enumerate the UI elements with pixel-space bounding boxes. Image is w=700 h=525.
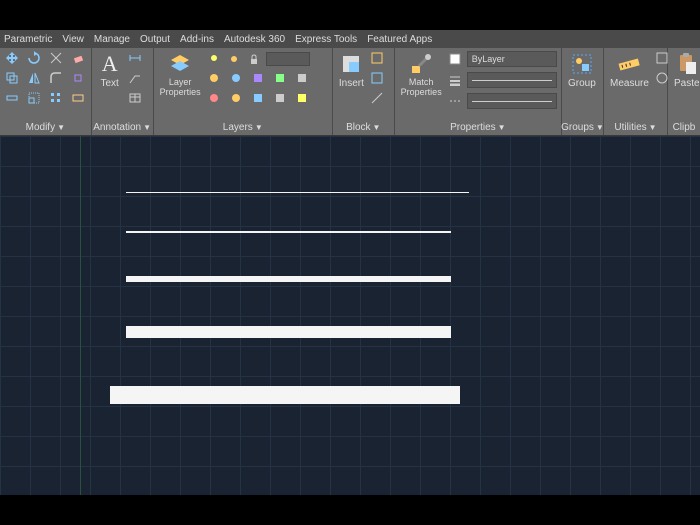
- layer-tool-icon[interactable]: [272, 90, 288, 106]
- offset-icon[interactable]: [70, 90, 86, 106]
- edit-attr-icon[interactable]: [369, 90, 385, 106]
- panel-layers-label[interactable]: Layers▼: [158, 119, 328, 135]
- drawn-line-5: [110, 386, 460, 404]
- menu-addins[interactable]: Add-ins: [180, 34, 214, 45]
- panel-utilities: Measure Utilities▼: [604, 48, 668, 135]
- layer-tool-icon[interactable]: [294, 70, 310, 86]
- scale-icon[interactable]: [26, 90, 42, 106]
- match-properties-icon: [409, 52, 433, 76]
- menu-view[interactable]: View: [62, 34, 84, 45]
- panel-annotation-label[interactable]: Annotation▼: [96, 119, 149, 135]
- color-icon: [447, 51, 463, 67]
- panel-properties-label[interactable]: Properties▼: [399, 119, 557, 135]
- insert-label: Insert: [339, 78, 364, 89]
- ribbon: Modify▼ A Text Annotation▼: [0, 48, 700, 136]
- panel-properties: Match Properties ByLayer: [395, 48, 562, 135]
- move-icon[interactable]: [4, 50, 20, 66]
- layer-tool-icon[interactable]: [228, 90, 244, 106]
- rotate-icon[interactable]: [26, 50, 42, 66]
- layer-dropdown[interactable]: [206, 50, 310, 68]
- measure-label: Measure: [610, 78, 649, 89]
- edit-block-icon[interactable]: [369, 70, 385, 86]
- layer-props-label: Layer Properties: [160, 78, 201, 98]
- lineweight-dropdown[interactable]: [467, 72, 557, 88]
- insert-icon: [339, 52, 363, 76]
- leader-icon[interactable]: [127, 70, 143, 86]
- match-properties-button[interactable]: Match Properties: [399, 50, 444, 100]
- menu-express-tools[interactable]: Express Tools: [295, 34, 357, 45]
- lock-icon: [246, 51, 262, 67]
- color-dropdown[interactable]: ByLayer: [467, 51, 557, 67]
- lightbulb-icon: [206, 51, 222, 67]
- panel-utilities-label[interactable]: Utilities▼: [608, 119, 663, 135]
- menu-parametric[interactable]: Parametric: [4, 34, 52, 45]
- layer-tool-icon[interactable]: [250, 70, 266, 86]
- linetype-dropdown[interactable]: [467, 93, 557, 109]
- layer-tool-icon[interactable]: [294, 90, 310, 106]
- explode-icon[interactable]: [70, 70, 86, 86]
- menu-output[interactable]: Output: [140, 34, 170, 45]
- panel-annotation: A Text Annotation▼: [92, 48, 154, 135]
- panel-clipboard: Paste Clipb: [668, 48, 700, 135]
- panel-layers: Layer Properties: [154, 48, 333, 135]
- panel-groups-label[interactable]: Groups▼: [566, 119, 599, 135]
- erase-icon[interactable]: [70, 50, 86, 66]
- linetype-icon: [447, 93, 463, 109]
- panel-block-label[interactable]: Block▼: [337, 119, 390, 135]
- drawing-canvas[interactable]: [0, 136, 700, 495]
- text-label: Text: [100, 78, 118, 89]
- paste-button[interactable]: Paste: [672, 50, 700, 91]
- lineweight-icon: [447, 72, 463, 88]
- layer-tool-icon[interactable]: [272, 70, 288, 86]
- layers-icon: [168, 52, 192, 76]
- panel-clipboard-label[interactable]: Clipb: [672, 119, 696, 135]
- dimension-icon[interactable]: [127, 50, 143, 66]
- layer-tool-icon[interactable]: [206, 70, 222, 86]
- create-block-icon[interactable]: [369, 50, 385, 66]
- text-icon: A: [98, 52, 122, 76]
- panel-modify: Modify▼: [0, 48, 92, 135]
- group-label: Group: [568, 78, 596, 89]
- panel-block: Insert Block▼: [333, 48, 395, 135]
- paste-icon: [675, 52, 699, 76]
- menu-bar: Parametric View Manage Output Add-ins Au…: [0, 30, 700, 48]
- menu-manage[interactable]: Manage: [94, 34, 130, 45]
- insert-button[interactable]: Insert: [337, 50, 366, 91]
- layer-tool-icon[interactable]: [206, 90, 222, 106]
- layer-tool-icon[interactable]: [250, 90, 266, 106]
- text-button[interactable]: A Text: [96, 50, 124, 91]
- drawn-line-3: [126, 276, 451, 282]
- paste-label: Paste: [674, 78, 700, 89]
- panel-modify-label[interactable]: Modify▼: [4, 119, 87, 135]
- group-button[interactable]: Group: [566, 50, 598, 91]
- group-icon: [570, 52, 594, 76]
- drawn-line-1: [126, 192, 469, 193]
- drawn-line-4: [126, 326, 451, 338]
- mirror-icon[interactable]: [26, 70, 42, 86]
- array-icon[interactable]: [48, 90, 64, 106]
- stretch-icon[interactable]: [4, 90, 20, 106]
- grid: [0, 136, 700, 495]
- match-label: Match Properties: [401, 78, 442, 98]
- menu-autodesk360[interactable]: Autodesk 360: [224, 34, 285, 45]
- guide-line: [80, 136, 81, 495]
- drawn-line-2: [126, 231, 451, 233]
- layer-tool-icon[interactable]: [228, 70, 244, 86]
- measure-icon: [617, 52, 641, 76]
- trim-icon[interactable]: [48, 50, 64, 66]
- copy-icon[interactable]: [4, 70, 20, 86]
- table-icon[interactable]: [127, 90, 143, 106]
- measure-button[interactable]: Measure: [608, 50, 651, 91]
- layer-properties-button[interactable]: Layer Properties: [158, 50, 203, 100]
- menu-featured-apps[interactable]: Featured Apps: [367, 34, 432, 45]
- fillet-icon[interactable]: [48, 70, 64, 86]
- sun-icon: [226, 51, 242, 67]
- panel-groups: Group Groups▼: [562, 48, 604, 135]
